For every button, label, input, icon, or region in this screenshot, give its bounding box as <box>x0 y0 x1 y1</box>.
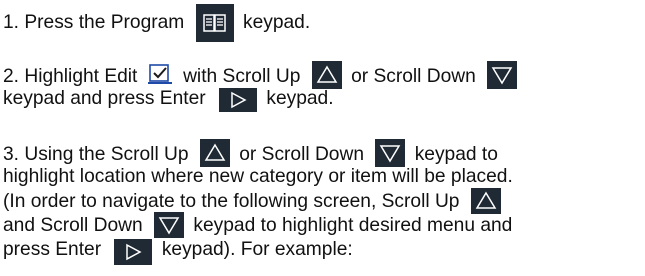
step-2-text-b: with Scroll Up <box>183 66 301 88</box>
step-3-line-4: and Scroll Down keypad to highlight desi… <box>3 212 513 238</box>
enter-play-icon <box>219 88 258 112</box>
step-3-text-i: keypad). For example: <box>161 239 353 261</box>
step-3-text-e: (In order to navigate to the following s… <box>3 191 460 213</box>
step-1-text-a: 1. Press the Program <box>3 12 185 34</box>
step-1-text-b: keypad. <box>242 12 311 34</box>
step-2-line-1: 2. Highlight Edit with Scroll Up or Scro… <box>3 61 518 89</box>
scroll-up-triangle-icon <box>311 61 342 89</box>
scroll-down-triangle-icon <box>154 212 185 238</box>
scroll-down-triangle-icon <box>375 139 406 167</box>
step-3-text-b: or Scroll Down <box>239 144 365 166</box>
step-3-line-5: press Enter keypad). For example: <box>3 237 353 265</box>
step-3-line-2: highlight location where new category or… <box>3 165 513 189</box>
step-3-text-h: press Enter <box>3 239 102 261</box>
scroll-up-triangle-icon <box>199 139 230 167</box>
step-2-text-d: keypad and press Enter <box>3 88 206 110</box>
step-2-line-2: keypad and press Enter keypad. <box>3 87 334 112</box>
step-2-text-e: keypad. <box>266 88 334 110</box>
step-3-text-f: and Scroll Down <box>3 215 143 237</box>
step-2-text-c: or Scroll Down <box>351 66 476 88</box>
scroll-up-triangle-icon <box>470 188 501 214</box>
step-1: 1. Press the Program keypad. <box>3 4 310 42</box>
program-book-icon <box>195 4 234 42</box>
step-3-text-c: keypad to <box>414 144 498 166</box>
step-3-text-g: keypad to highlight desired menu and <box>193 215 513 237</box>
enter-play-icon <box>114 239 153 265</box>
step-3-line-3: (In order to navigate to the following s… <box>3 188 501 214</box>
step-2-text-a: 2. Highlight Edit <box>3 66 138 88</box>
step-3-text-d: highlight location where new category or… <box>3 166 513 187</box>
step-3-line-1: 3. Using the Scroll Up or Scroll Down ke… <box>3 139 498 167</box>
step-3-text-a: 3. Using the Scroll Up <box>3 144 189 166</box>
edit-check-icon <box>147 61 173 87</box>
scroll-down-triangle-icon <box>487 61 518 89</box>
